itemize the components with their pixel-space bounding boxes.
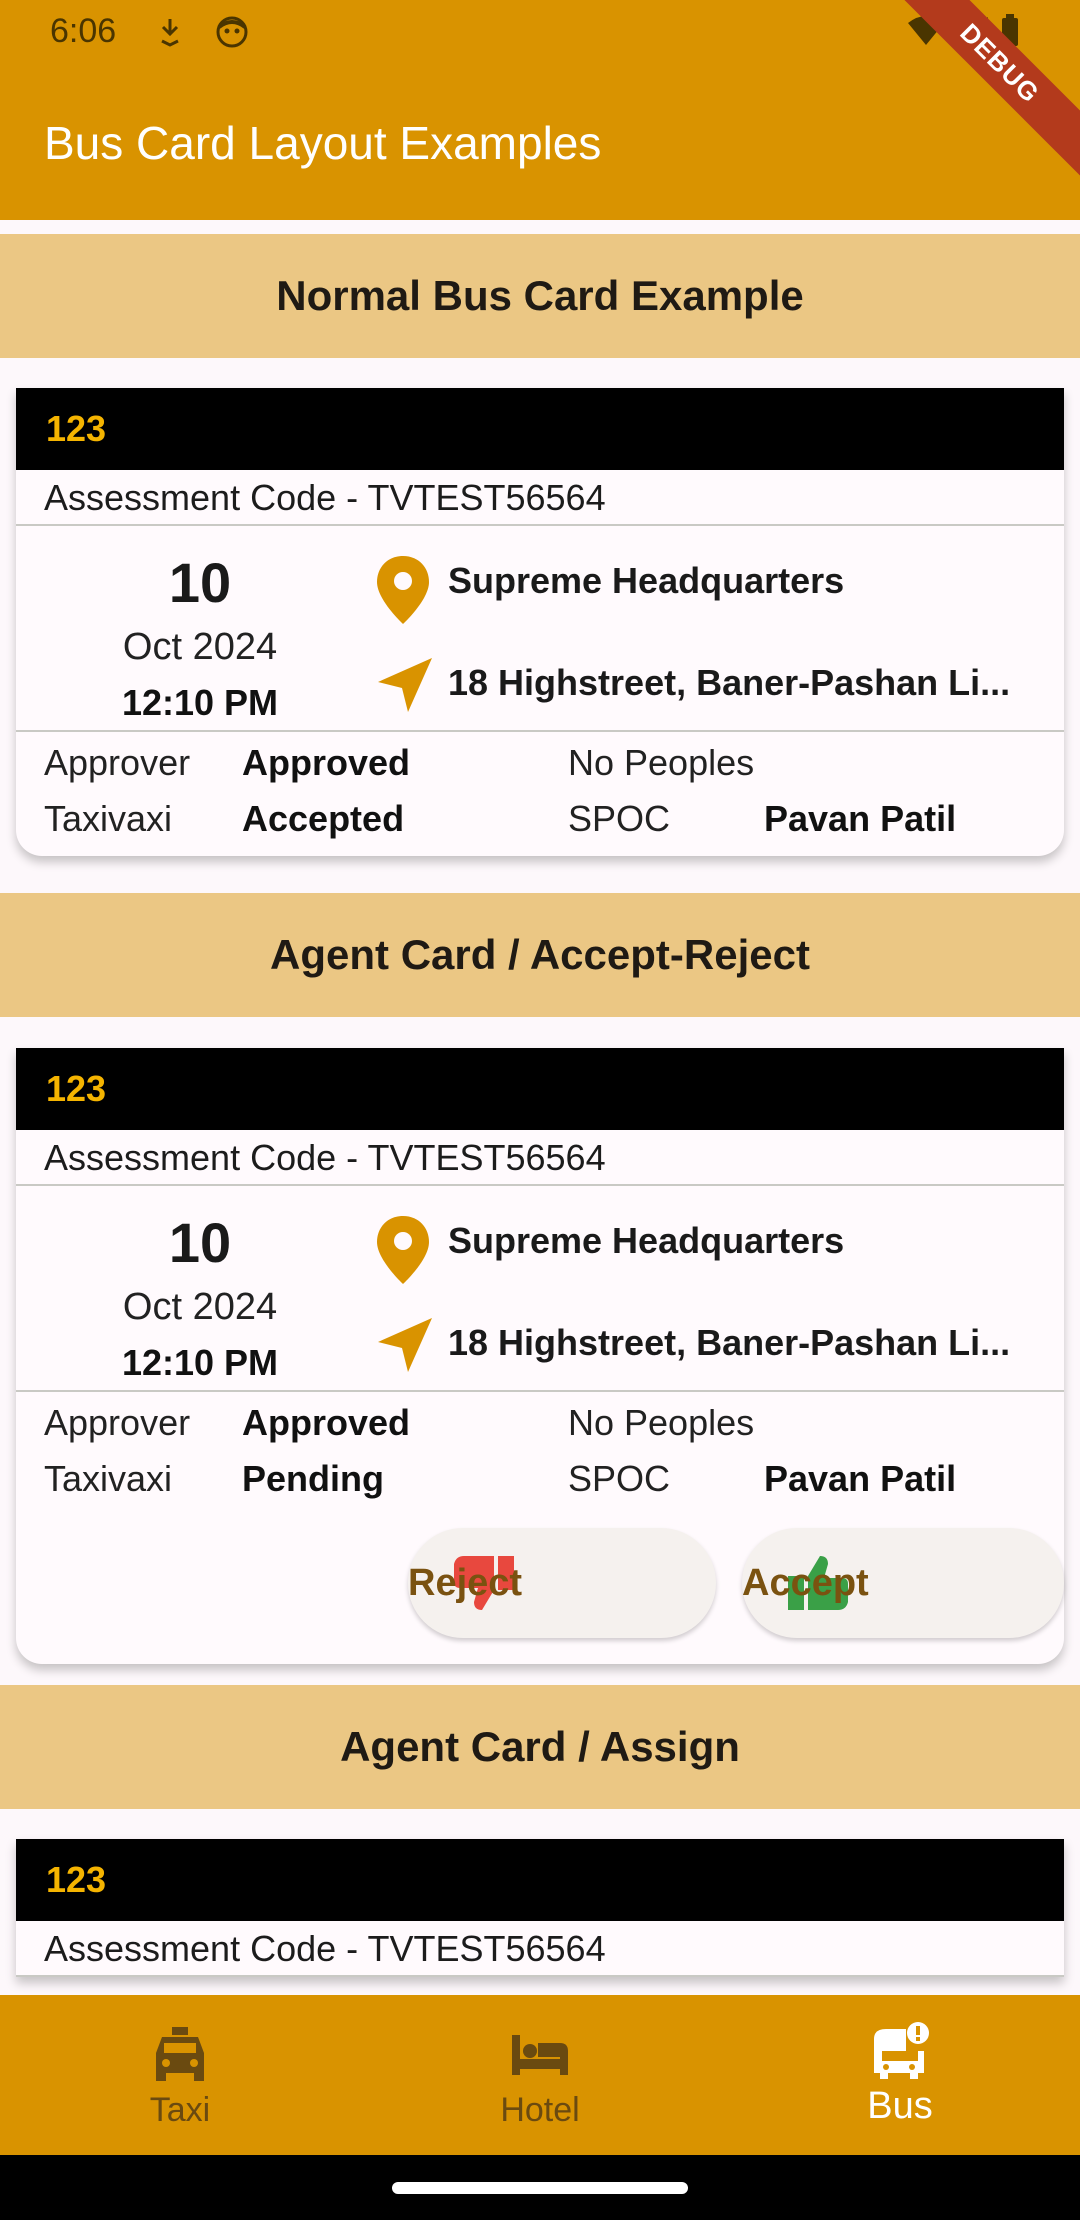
spoc-name: Pavan Patil (764, 798, 957, 839)
page-title: Bus Card Layout Examples (44, 117, 602, 169)
nav-item-taxi[interactable]: Taxi (0, 1995, 360, 2155)
home-indicator[interactable] (392, 2182, 688, 2194)
accept-label: Accept (742, 1561, 869, 1604)
bottom-navigation: Taxi Hotel Bus (0, 1995, 1080, 2155)
navigation-arrow-icon (378, 1318, 432, 1372)
taxi-label: Taxivaxi (44, 1458, 173, 1499)
spoc-label: SPOC (568, 798, 671, 839)
nav-label-taxi: Taxi (149, 2091, 211, 2129)
agent-card-accept-reject[interactable]: 123 Assessment Code - TVTEST56564 10 Oct… (16, 1048, 1064, 1664)
pickup-location: Supreme Headquarters (448, 1220, 845, 1261)
date-month-year: Oct 2024 (122, 1286, 278, 1328)
pickup-location: Supreme Headquarters (448, 560, 845, 601)
card-details: 10 Oct 2024 12:10 PM Supreme Headquarter… (16, 1186, 1064, 1392)
location-pin-icon (377, 556, 429, 624)
card-number: 123 (16, 1839, 1064, 1921)
content-scroll[interactable]: Normal Bus Card Example 123 Assessment C… (0, 220, 1080, 1995)
date-time: 12:10 PM (121, 1342, 279, 1383)
date-day: 10 (168, 551, 232, 614)
bus-alert-icon (874, 2022, 929, 2079)
card-status-info: Approver Approved No Peoples Taxivaxi Ac… (16, 732, 1064, 856)
agent-card-assign[interactable]: 123 Assessment Code - TVTEST56564 (16, 1839, 1064, 1977)
nav-item-bus[interactable]: Bus (720, 1995, 1080, 2155)
assessment-code: Assessment Code - TVTEST56564 (16, 1921, 1064, 1977)
card-number: 123 (16, 1048, 1064, 1130)
app-bar: 6:06 Bus Card Layout Examples DEBUG (0, 0, 1080, 220)
section-header: Normal Bus Card Example (0, 234, 1080, 358)
download-icon (152, 14, 188, 50)
approver-status: Approved (242, 742, 411, 783)
hotel-icon (512, 2035, 568, 2075)
nav-item-hotel[interactable]: Hotel (360, 1995, 720, 2155)
bus-card[interactable]: 123 Assessment Code - TVTEST56564 10 Oct… (16, 388, 1064, 856)
approver-status: Approved (242, 1402, 411, 1443)
taxi-icon (156, 2027, 204, 2081)
assessment-code: Assessment Code - TVTEST56564 (16, 470, 1064, 526)
card-number: 123 (16, 388, 1064, 470)
status-time: 6:06 (50, 12, 117, 50)
reject-label: Reject (408, 1561, 523, 1604)
nav-label-hotel: Hotel (500, 2091, 580, 2129)
reject-button[interactable]: Reject (408, 1528, 716, 1638)
pickup-address: 18 Highstreet, Baner-Pashan Li... (448, 1322, 1011, 1363)
date-day: 10 (168, 1211, 232, 1274)
nav-label-bus: Bus (867, 2085, 933, 2127)
section-header: Agent Card / Accept-Reject (0, 893, 1080, 1017)
spoc-label: SPOC (568, 1458, 671, 1499)
approver-label: Approver (44, 742, 191, 783)
peoples-label: No Peoples (568, 742, 755, 783)
assessment-code: Assessment Code - TVTEST56564 (16, 1130, 1064, 1186)
spoc-name: Pavan Patil (764, 1458, 957, 1499)
date-month-year: Oct 2024 (122, 626, 278, 668)
face-icon (214, 14, 250, 50)
card-details: 10 Oct 2024 12:10 PM Supreme Headquarter… (16, 526, 1064, 732)
card-status-info: Approver Approved No Peoples Taxivaxi Pe… (16, 1392, 1064, 1664)
peoples-label: No Peoples (568, 1402, 755, 1443)
navigation-arrow-icon (378, 658, 432, 712)
accept-button[interactable]: Accept (742, 1528, 1064, 1638)
section-header: Agent Card / Assign (0, 1685, 1080, 1809)
approver-label: Approver (44, 1402, 191, 1443)
taxi-label: Taxivaxi (44, 798, 173, 839)
location-pin-icon (377, 1216, 429, 1284)
date-time: 12:10 PM (121, 682, 279, 723)
taxi-status: Pending (242, 1458, 384, 1499)
pickup-address: 18 Highstreet, Baner-Pashan Li... (448, 662, 1011, 703)
taxi-status: Accepted (242, 798, 405, 839)
